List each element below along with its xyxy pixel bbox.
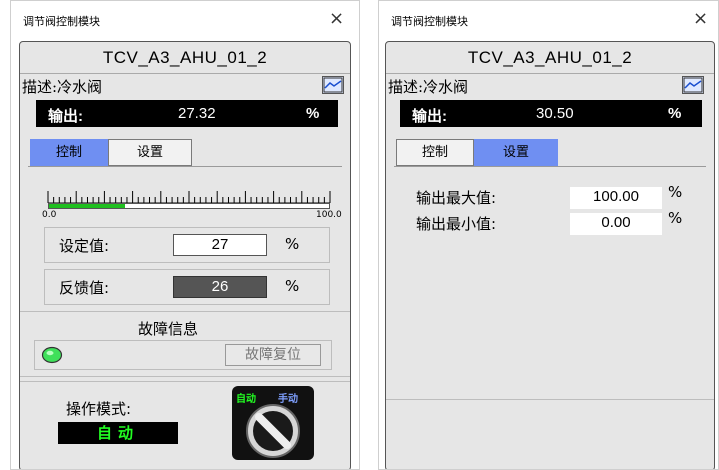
left-setpoint-unit: % (285, 235, 300, 253)
left-description: 描述:冷水阀 (22, 78, 103, 96)
left-faceplate: TCV_A3_AHU_01_2 描述:冷水阀 输出: 27.32 % 控制 设置 (19, 41, 351, 469)
right-close-icon[interactable]: × (693, 8, 708, 29)
right-output-label: 输出: (412, 108, 447, 125)
left-window-title: 调节阀控制模块 (23, 15, 100, 28)
left-close-icon[interactable]: × (329, 8, 344, 29)
left-fault-title: 故障信息 (138, 320, 199, 338)
left-trend-chart-icon[interactable] (322, 76, 344, 94)
right-output-unit: % (668, 105, 682, 122)
right-tab-settings[interactable]: 设置 (474, 139, 558, 166)
left-fault-group: 故障信息 故障复位 (20, 311, 350, 377)
right-tag-name: TCV_A3_AHU_01_2 (386, 42, 714, 74)
right-output-value: 30.50 (536, 105, 574, 122)
left-scale-max: 100.0 (316, 210, 342, 220)
left-scale-fill (49, 204, 125, 208)
status-lamp-icon (41, 346, 63, 364)
right-settings-tab-body: 输出最大值: 100.00 % 输出最小值: 0.00 % (386, 166, 714, 469)
fault-reset-button[interactable]: 故障复位 (225, 344, 321, 366)
output-min-unit: % (668, 209, 683, 227)
left-setpoint-group: 设定值: 27 % (44, 227, 330, 263)
left-scale-track (48, 203, 330, 209)
left-dialog: 调节阀控制模块 × TCV_A3_AHU_01_2 描述:冷水阀 输出: 27.… (10, 0, 360, 470)
right-window-title: 调节阀控制模块 (391, 15, 468, 28)
right-faceplate: TCV_A3_AHU_01_2 描述:冷水阀 输出: 30.50 % 控制 设置… (385, 41, 715, 469)
selector-switch[interactable]: 自动 手动 (232, 386, 314, 460)
left-tab-settings[interactable]: 设置 (108, 139, 192, 166)
left-feedback-group: 反馈值: 26 % (44, 269, 330, 305)
output-max-unit: % (668, 183, 683, 201)
left-output-bar: 输出: 27.32 % (36, 100, 338, 127)
left-mode-display: 自动 (58, 422, 178, 444)
left-setpoint-label: 设定值: (59, 237, 110, 255)
output-min-label: 输出最小值: (416, 215, 497, 233)
right-description: 描述:冷水阀 (388, 78, 469, 96)
left-feedback-unit: % (285, 277, 300, 295)
selector-switch-icon (246, 404, 300, 458)
left-output-unit: % (306, 105, 320, 122)
left-output-scale: 0.0 100.0 (42, 181, 342, 221)
right-bottom-divider (386, 399, 714, 400)
left-mode-label: 操作模式: (66, 400, 132, 418)
left-mode-group: 操作模式: 自动 自动 手动 (20, 381, 350, 462)
output-min-input[interactable]: 0.00 (570, 213, 662, 235)
right-trend-chart-icon[interactable] (682, 76, 704, 94)
left-output-label: 输出: (48, 108, 83, 125)
left-output-value: 27.32 (178, 105, 216, 122)
left-tab-control[interactable]: 控制 (30, 139, 108, 166)
right-tab-control[interactable]: 控制 (396, 139, 474, 166)
right-title-bar: 调节阀控制模块 × (379, 1, 718, 39)
left-tag-name: TCV_A3_AHU_01_2 (20, 42, 350, 74)
left-feedback-value: 26 (173, 276, 267, 298)
output-max-input[interactable]: 100.00 (570, 187, 662, 209)
left-control-tab-body: 0.0 100.0 设定值: 27 % 反馈值: 26 % 故障信息 故障复位 … (20, 166, 350, 469)
left-setpoint-input[interactable]: 27 (173, 234, 267, 256)
left-scale-min: 0.0 (42, 210, 57, 220)
output-max-label: 输出最大值: (416, 189, 497, 207)
right-output-bar: 输出: 30.50 % (400, 100, 702, 127)
left-fault-row: 故障复位 (34, 340, 332, 370)
right-dialog: 调节阀控制模块 × TCV_A3_AHU_01_2 描述:冷水阀 输出: 30.… (378, 0, 719, 470)
left-feedback-label: 反馈值: (59, 279, 110, 297)
left-title-bar: 调节阀控制模块 × (11, 1, 359, 39)
